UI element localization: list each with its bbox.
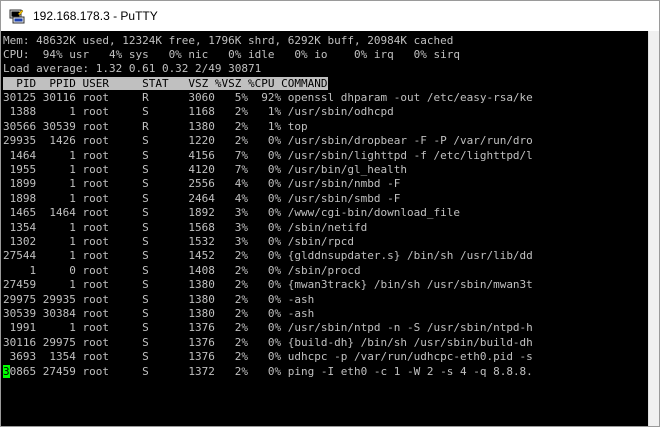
process-row: 30539 30384 root S 1380 2% 0% -ash — [3, 307, 315, 320]
last-row-text: 0865 27459 root S 1372 2% 0% ping -I eth… — [9, 365, 533, 378]
process-row: 1991 1 root S 1376 2% 0% /usr/sbin/ntpd … — [3, 321, 533, 334]
cpu-summary-line: CPU: 94% usr 4% sys 0% nic 0% idle 0% io… — [3, 48, 460, 61]
vertical-scrollbar[interactable] — [648, 31, 659, 426]
process-row: 1465 1464 root S 1892 3% 0% /www/cgi-bin… — [3, 206, 460, 219]
putty-window: 192.168.178.3 - PuTTY Mem: 48632K used, … — [0, 0, 660, 427]
process-row: 30566 30539 root R 1380 2% 1% top — [3, 120, 308, 133]
terminal-screen[interactable]: Mem: 48632K used, 12324K free, 1796K shr… — [1, 31, 648, 426]
process-row: 1899 1 root S 2556 4% 0% /usr/sbin/nmbd … — [3, 177, 401, 190]
process-row-last: 30865 27459 root S 1372 2% 0% ping -I et… — [3, 365, 533, 379]
process-row: 1898 1 root S 2464 4% 0% /usr/sbin/smbd … — [3, 192, 401, 205]
process-row: 29975 29935 root S 1380 2% 0% -ash — [3, 293, 315, 306]
process-row: 27459 1 root S 1380 2% 0% {mwan3track} /… — [3, 278, 533, 291]
process-row: 27544 1 root S 1452 2% 0% {glddnsupdater… — [3, 249, 533, 262]
process-row: 1464 1 root S 4156 7% 0% /usr/sbin/light… — [3, 149, 533, 162]
process-row: 1302 1 root S 1532 3% 0% /sbin/rpcd — [3, 235, 354, 248]
mem-summary-line: Mem: 48632K used, 12324K free, 1796K shr… — [3, 34, 454, 47]
window-title: 192.168.178.3 - PuTTY — [33, 9, 158, 23]
process-row: 3693 1354 root S 1376 2% 0% udhcpc -p /v… — [3, 350, 533, 363]
title-bar[interactable]: 192.168.178.3 - PuTTY — [1, 1, 659, 31]
header-text: PID PPID USER STAT VSZ %VSZ %CPU COMMAND — [3, 77, 328, 90]
process-row: 1955 1 root S 4120 7% 0% /usr/bin/gl_hea… — [3, 163, 407, 176]
load-average-line: Load average: 1.32 0.61 0.32 2/49 30871 — [3, 62, 262, 75]
process-row: 1388 1 root S 1168 2% 1% /usr/sbin/odhcp… — [3, 105, 394, 118]
process-row: 30116 29975 root S 1376 2% 0% {build-dh}… — [3, 336, 533, 349]
process-row: 1 0 root S 1408 2% 0% /sbin/procd — [3, 264, 361, 277]
putty-terminal-icon — [9, 9, 25, 24]
process-table-header: PID PPID USER STAT VSZ %VSZ %CPU COMMAND — [3, 77, 328, 91]
terminal-cursor: 3 — [3, 365, 10, 378]
process-row: 29935 1426 root S 1220 2% 0% /usr/sbin/d… — [3, 134, 533, 147]
process-row: 30125 30116 root R 3060 5% 92% openssl d… — [3, 91, 533, 104]
process-row: 1354 1 root S 1568 3% 0% /sbin/netifd — [3, 221, 368, 234]
